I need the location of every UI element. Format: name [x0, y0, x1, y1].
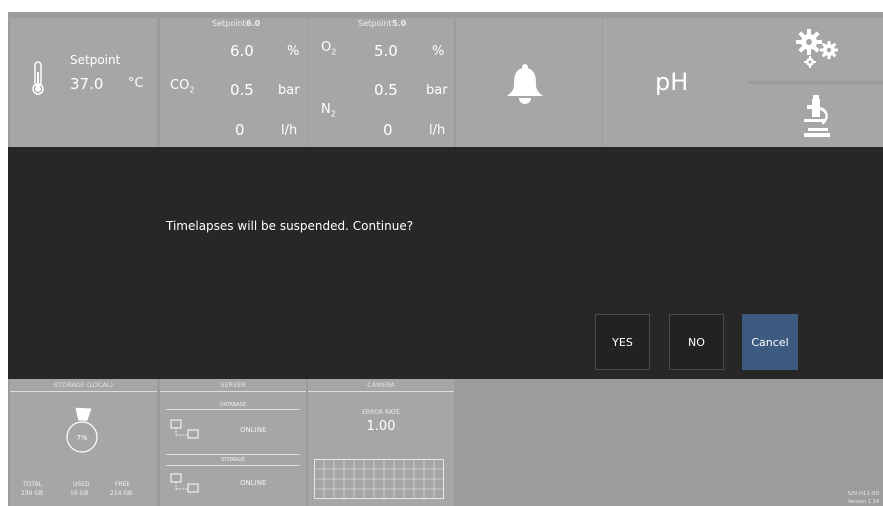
temperature-setpoint-label: Setpoint	[70, 53, 121, 67]
alarm-tile[interactable]	[456, 18, 602, 147]
storage-status: ONLINE	[240, 479, 267, 487]
storage-gauge-wedge	[75, 407, 92, 421]
storage-divider-bottom	[166, 465, 300, 466]
o2-n2-tile[interactable]: Setpoint 5.0 O2 5.0 % 0.5 bar N2 0 l/h	[308, 18, 454, 147]
ph-tile[interactable]: pH	[603, 18, 749, 147]
thermometer-icon	[32, 61, 44, 95]
storage-used-value: 16 GB	[70, 490, 89, 497]
camera-title: CAMERA	[308, 379, 454, 392]
n2-pressure-unit: bar	[426, 83, 448, 98]
microscope-icon	[804, 95, 830, 137]
confirm-dialog: Timelapses will be suspended. Continue? …	[8, 147, 883, 379]
temperature-value: 37.0	[70, 75, 104, 93]
co2-pressure-value: 0.5	[230, 81, 254, 99]
database-label: DATABASE	[219, 402, 247, 408]
co2-setpoint-label: Setpoint	[212, 19, 246, 28]
dialog-message: Timelapses will be suspended. Continue?	[166, 219, 414, 233]
storage-divider-top	[166, 454, 300, 455]
camera-tile[interactable]: CAMERA ERROR RATE 1.00	[308, 379, 454, 506]
co2-percent-value: 6.0	[230, 42, 254, 60]
co2-percent-unit: %	[287, 44, 300, 59]
co2-gas-label: CO2	[170, 78, 195, 95]
storage-gauge: 7%	[66, 407, 98, 453]
co2-flow-unit: l/h	[281, 123, 298, 138]
error-rate-value: 1.00	[366, 419, 396, 434]
ph-label: pH	[655, 68, 689, 96]
o2-gas-label: O2	[321, 40, 337, 57]
gears-icon	[796, 29, 838, 68]
storage-total-value: 230 GB	[21, 490, 44, 497]
co2-pressure-unit: bar	[278, 83, 300, 98]
server-storage-label: STORAGE	[221, 457, 245, 463]
temperature-unit: °C	[128, 76, 144, 91]
storage-free-value: 214 GB	[110, 490, 133, 497]
co2-setpoint-value: 6.0	[246, 19, 261, 28]
yes-button[interactable]: YES	[595, 314, 650, 370]
n2-flow-unit: l/h	[429, 123, 446, 138]
n2-gas-label: N2	[321, 102, 336, 119]
storage-percent: 7%	[76, 434, 87, 442]
database-divider	[166, 409, 300, 410]
co2-tile[interactable]: Setpoint 6.0 6.0 % CO2 0.5 bar 0 l/h	[160, 18, 307, 147]
storage-used-label: USED	[73, 481, 90, 488]
storage-total-label: TOTAL	[23, 481, 43, 488]
bell-icon	[507, 64, 543, 104]
n2-flow-value: 0	[383, 121, 393, 139]
network-icon	[170, 473, 199, 493]
microscope-tile[interactable]	[749, 84, 883, 147]
no-button[interactable]: NO	[669, 314, 724, 370]
database-status: ONLINE	[240, 426, 267, 434]
server-tile[interactable]: SERVER DATABASE ONLINE STORAGE ONLINE	[160, 379, 306, 506]
storage-title: STORAGE (LOCAL)	[10, 379, 157, 392]
error-rate-graph	[314, 459, 444, 499]
storage-tile[interactable]: STORAGE (LOCAL) 7% TOTAL 230 GB USED 16 …	[10, 379, 157, 506]
server-title: SERVER	[160, 379, 306, 392]
serial-number: S/N H11-00	[847, 491, 879, 497]
app-screen: Setpoint 37.0 °C Setpoint 6.0 6.0 % CO2 …	[8, 12, 883, 506]
o2-setpoint-value: 5.0	[392, 19, 407, 28]
co2-flow-value: 0	[235, 121, 245, 139]
o2-percent-unit: %	[432, 44, 445, 59]
settings-tile[interactable]	[749, 18, 883, 81]
network-icon	[170, 419, 199, 439]
version-label: Version 1.14	[847, 499, 879, 505]
o2-percent-value: 5.0	[374, 42, 398, 60]
temperature-tile[interactable]: Setpoint 37.0 °C	[10, 18, 157, 147]
o2-setpoint-label: Setpoint	[358, 19, 392, 28]
cancel-button[interactable]: Cancel	[742, 314, 798, 370]
error-rate-label: ERROR RATE	[362, 409, 400, 416]
storage-free-label: FREE	[115, 481, 131, 488]
n2-pressure-value: 0.5	[374, 81, 398, 99]
